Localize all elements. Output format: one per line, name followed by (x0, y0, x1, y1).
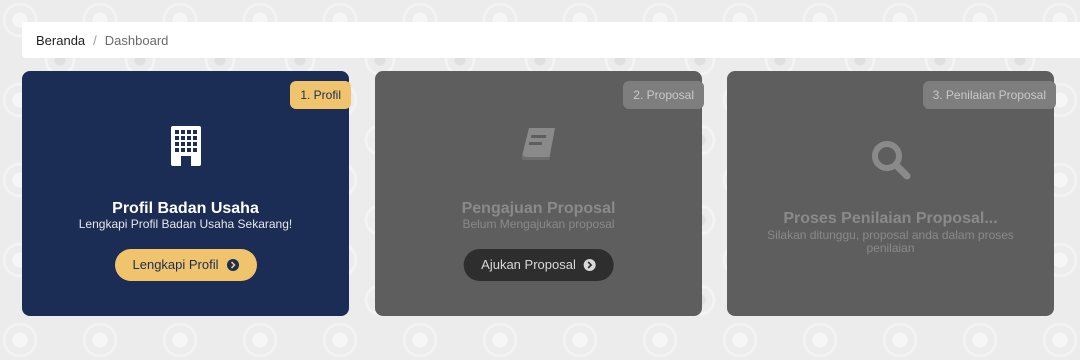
card-subtitle: Silakan ditunggu, proposal anda dalam pr… (767, 228, 1014, 255)
card-profil-badan-usaha: 1. Profil Profil Badan Usaha Lengkapi Pr… (22, 71, 351, 316)
card-title: Profil Badan Usaha (112, 200, 259, 217)
button-label: Lengkapi Profil (132, 257, 219, 272)
breadcrumb: Beranda / Dashboard (22, 22, 1080, 58)
card-title: Proses Penilaian Proposal... (783, 210, 998, 227)
card-pengajuan-proposal: 2. Proposal Pengajuan Proposal Belum Men… (375, 71, 704, 316)
arrow-right-circle-icon (226, 259, 239, 271)
lengkapi-profil-button[interactable]: Lengkapi Profil (114, 249, 257, 281)
card-title: Pengajuan Proposal (461, 200, 616, 217)
step-badge-penilaian: 3. Penilaian Proposal (922, 81, 1056, 109)
step-badge-proposal: 2. Proposal (623, 81, 704, 109)
button-label: Ajukan Proposal (481, 257, 576, 272)
card-subtitle: Belum Mengajukan proposal (462, 217, 615, 231)
search-icon (868, 137, 914, 183)
ajukan-proposal-button[interactable]: Ajukan Proposal (463, 249, 614, 281)
card-proses-penilaian: 3. Penilaian Proposal Proses Penilaian P… (727, 71, 1056, 316)
building-icon (163, 123, 209, 169)
step-badge-profil: 1. Profil (290, 81, 351, 109)
breadcrumb-separator: / (93, 32, 97, 48)
book-icon (516, 123, 562, 169)
breadcrumb-home-link[interactable]: Beranda (36, 33, 85, 48)
breadcrumb-current: Dashboard (104, 32, 169, 48)
arrow-right-circle-icon (583, 259, 596, 271)
card-subtitle: Lengkapi Profil Badan Usaha Sekarang! (78, 217, 293, 231)
